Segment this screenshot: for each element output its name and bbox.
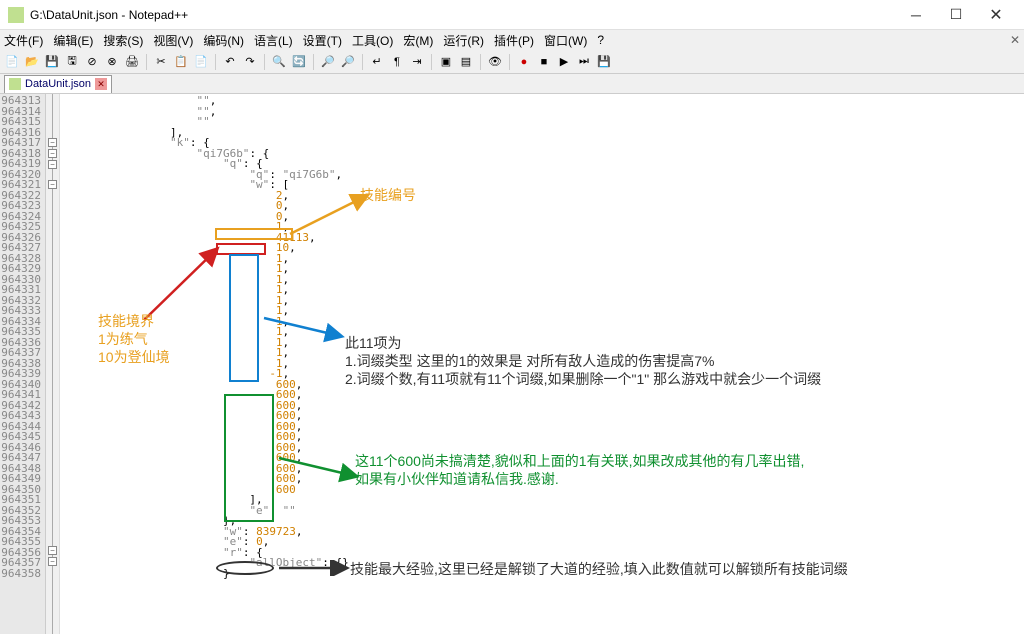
close-all-icon[interactable]: ⊗ [104, 54, 120, 70]
code-content[interactable]: "", "", "" ], "k": { "qi7G6b": { "q": { … [60, 94, 1024, 634]
close-file-icon[interactable]: ⊘ [84, 54, 100, 70]
new-file-icon[interactable]: 📄 [4, 54, 20, 70]
fold-icon[interactable]: ▣ [438, 54, 454, 70]
fold-minus-icon[interactable]: − [48, 180, 57, 189]
open-file-icon[interactable]: 📂 [24, 54, 40, 70]
find-icon[interactable]: 🔍 [271, 54, 287, 70]
save-all-icon[interactable]: 🖫 [64, 54, 80, 70]
menu-macro[interactable]: 宏(M) [403, 32, 433, 49]
window-title: G:\DataUnit.json - Notepad++ [30, 8, 896, 22]
menu-language[interactable]: 语言(L) [254, 32, 293, 49]
tab-dataunit[interactable]: DataUnit.json ✕ [4, 75, 112, 93]
fold-column[interactable]: − − − − − − [46, 94, 60, 634]
replace-icon[interactable]: 🔄 [291, 54, 307, 70]
tab-close-icon[interactable]: ✕ [95, 78, 107, 90]
toolbar: 📄 📂 💾 🖫 ⊘ ⊗ 🖨 ✂ 📋 📄 ↶ ↷ 🔍 🔄 🔎 🔎 ↵ ¶ ⇥ ▣ … [0, 50, 1024, 74]
fold-minus-icon[interactable]: − [48, 160, 57, 169]
tab-label: DataUnit.json [25, 78, 91, 90]
showall-icon[interactable]: ¶ [389, 54, 405, 70]
wordwrap-icon[interactable]: ↵ [369, 54, 385, 70]
paste-icon[interactable]: 📄 [193, 54, 209, 70]
menu-tools[interactable]: 工具(O) [352, 32, 393, 49]
undo-icon[interactable]: ↶ [222, 54, 238, 70]
savemacro-icon[interactable]: 💾 [596, 54, 612, 70]
menubar-close-icon[interactable]: ✕ [1010, 33, 1020, 47]
fold-minus-icon[interactable]: − [48, 138, 57, 147]
maximize-button[interactable]: ☐ [936, 1, 976, 29]
minimize-button[interactable]: ─ [896, 1, 936, 29]
zoom-out-icon[interactable]: 🔎 [340, 54, 356, 70]
window-titlebar: G:\DataUnit.json - Notepad++ ─ ☐ ✕ [0, 0, 1024, 30]
zoom-in-icon[interactable]: 🔎 [320, 54, 336, 70]
menubar: 文件(F) 编辑(E) 搜索(S) 视图(V) 编码(N) 语言(L) 设置(T… [0, 30, 1024, 50]
playto-icon[interactable]: ⏭ [576, 54, 592, 70]
play-icon[interactable]: ▶ [556, 54, 572, 70]
menu-plugins[interactable]: 插件(P) [494, 32, 534, 49]
close-button[interactable]: ✕ [976, 1, 1016, 29]
menu-edit[interactable]: 编辑(E) [53, 32, 93, 49]
eye-icon[interactable]: 👁 [487, 54, 503, 70]
print-icon[interactable]: 🖨 [124, 54, 140, 70]
menu-run[interactable]: 运行(R) [443, 32, 484, 49]
menu-view[interactable]: 视图(V) [153, 32, 193, 49]
menu-window[interactable]: 窗口(W) [544, 32, 587, 49]
file-icon [9, 78, 21, 90]
fold-minus-icon[interactable]: − [48, 149, 57, 158]
redo-icon[interactable]: ↷ [242, 54, 258, 70]
cut-icon[interactable]: ✂ [153, 54, 169, 70]
indent-icon[interactable]: ⇥ [409, 54, 425, 70]
record-icon[interactable]: ● [516, 54, 532, 70]
menu-settings[interactable]: 设置(T) [303, 32, 342, 49]
tab-bar: DataUnit.json ✕ [0, 74, 1024, 94]
unfold-icon[interactable]: ▤ [458, 54, 474, 70]
fold-minus-icon[interactable]: − [48, 557, 57, 566]
menu-help[interactable]: ? [597, 33, 604, 47]
menu-search[interactable]: 搜索(S) [103, 32, 143, 49]
app-icon [8, 7, 24, 23]
fold-minus-icon[interactable]: − [48, 546, 57, 555]
menu-encoding[interactable]: 编码(N) [203, 32, 244, 49]
editor-area[interactable]: 9643139643149643159643169643179643189643… [0, 94, 1024, 634]
stop-icon[interactable]: ■ [536, 54, 552, 70]
save-icon[interactable]: 💾 [44, 54, 60, 70]
copy-icon[interactable]: 📋 [173, 54, 189, 70]
line-number-gutter: 9643139643149643159643169643179643189643… [0, 94, 46, 634]
menu-file[interactable]: 文件(F) [4, 32, 43, 49]
